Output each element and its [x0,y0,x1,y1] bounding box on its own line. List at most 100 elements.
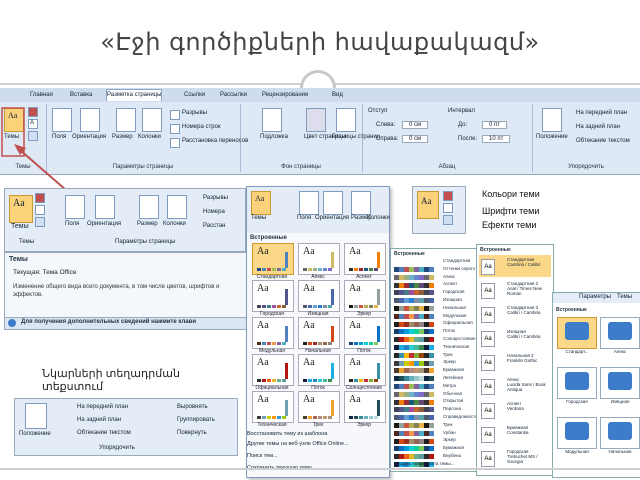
send-back-label[interactable]: На задний план [576,124,620,130]
effect-thumbnail[interactable] [600,417,640,449]
gallery-size-button[interactable] [351,191,371,215]
font-scheme-item[interactable]: Aa Изящная Calibri / Cambria [479,327,551,349]
spacing-after-input[interactable]: 10 пт [482,135,511,143]
color-scheme-swatches[interactable] [394,275,434,288]
watermark-button[interactable] [262,108,282,132]
color-scheme-name[interactable]: Городская [443,289,464,294]
arrange-back-label[interactable]: На задний план [77,417,121,423]
effect-thumbnail[interactable] [557,367,597,399]
size-button[interactable] [116,108,136,132]
breaks-icon[interactable] [170,110,180,120]
font-scheme-item[interactable]: Aa Апекс Lucida Sans / Book Antiqua [479,375,551,397]
gallery-themes-button[interactable]: Aa [251,191,271,215]
color-scheme-swatches[interactable] [394,384,434,397]
line-numbers-icon[interactable] [170,124,180,134]
text-wrap-label[interactable]: Обтекание текстом [576,138,630,144]
theme-thumbnail[interactable]: Aa [344,391,386,423]
theme-thumbnail[interactable]: Aa [252,280,294,312]
color-scheme-swatches[interactable] [394,407,434,421]
color-scheme-swatches[interactable] [394,267,434,280]
mini-themes-button[interactable]: Aa [417,191,439,219]
color-scheme-swatches[interactable] [394,438,434,452]
gallery-orientation-button[interactable] [323,191,343,215]
color-scheme-swatches[interactable] [394,282,434,296]
tab-home[interactable]: Главная [30,90,53,101]
color-scheme-name[interactable]: Трек [443,352,452,357]
arrange-group-label-btn[interactable]: Группировать [177,417,215,423]
effect-thumbnail[interactable] [600,367,640,399]
menu-browse-themes[interactable]: Поиск тем... [247,451,389,461]
theme-thumbnail[interactable]: Aa [298,391,340,423]
theme-thumbnail[interactable]: Aa [298,280,340,312]
color-scheme-swatches[interactable] [394,298,434,311]
theme-thumbnail[interactable]: Aa [344,354,386,386]
theme-thumbnail[interactable]: Aa [252,391,294,423]
arrange-align-label[interactable]: Выровнять [177,404,208,410]
columns-button[interactable] [142,108,162,132]
tab-references[interactable]: Ссылки [184,90,205,101]
mini-effects-icon[interactable] [443,215,453,225]
color-scheme-swatches[interactable] [394,314,434,327]
color-scheme-name[interactable]: Оттенки серого [443,266,475,271]
orientation-zoom-button[interactable] [95,195,115,219]
color-scheme-name[interactable]: Техническая [443,344,469,349]
theme-fonts-icon[interactable]: A [28,119,38,129]
indent-right-input[interactable]: 0 см [402,135,429,143]
tab-page-layout[interactable]: Разметка страницы [106,89,163,101]
color-scheme-swatches[interactable] [394,376,434,389]
effect-thumbnail[interactable] [600,317,640,349]
arrange-wrap-label[interactable]: Обтекание текстом [77,430,131,436]
effects-tab-themes[interactable]: Темы [617,294,632,300]
indent-left-input[interactable]: 0 см [402,121,429,129]
color-scheme-name[interactable]: Официальная [443,320,473,325]
hyphenation-zoom-label[interactable]: Расстан [203,223,225,229]
color-scheme-swatches[interactable] [394,454,434,467]
arrange-rotate-label[interactable]: Повернуть [177,430,207,436]
color-scheme-name[interactable]: Открытая [443,398,463,403]
hyphenation-label[interactable]: Расстановка переносов [182,138,248,144]
create-colors-link[interactable]: Создать новые цвета темы... [394,461,454,466]
breaks-label[interactable]: Разрывы [182,110,207,116]
font-scheme-item[interactable]: Aa Бумажная Constantia [479,423,551,445]
color-scheme-name[interactable]: Начальная [443,305,466,310]
page-color-button[interactable] [306,108,326,132]
theme-thumbnail[interactable]: Aa [298,354,340,386]
color-scheme-name[interactable]: Вербена [443,453,461,458]
color-scheme-swatches[interactable] [394,368,434,382]
arrange-front-label[interactable]: На передний план [77,404,128,410]
color-scheme-name[interactable]: Модульная [443,313,466,318]
color-scheme-name[interactable]: Эркер [443,437,456,442]
color-scheme-name[interactable]: Солнцестояние [443,336,476,341]
font-scheme-item[interactable]: Aa Стандартная Cambria / Calibri [479,255,551,277]
color-scheme-swatches[interactable] [394,423,434,436]
menu-more-themes[interactable]: Другие темы на веб-узле Office Online... [247,439,389,449]
color-scheme-swatches[interactable] [394,360,434,374]
tab-review[interactable]: Рецензирование [262,90,308,101]
color-scheme-name[interactable]: Справедливость [443,414,478,419]
tab-mailings[interactable]: Рассылки [220,90,247,101]
theme-thumbnail[interactable]: Aa [344,243,386,275]
orientation-button[interactable] [80,108,100,132]
color-scheme-name[interactable]: Метро [443,383,456,388]
color-scheme-swatches[interactable] [394,415,434,428]
font-scheme-item[interactable]: Aa Стандартная 2 Arial / Times New Roman [479,279,551,301]
color-scheme-name[interactable]: Трек [443,422,452,427]
font-scheme-item[interactable]: Aa Городская Trebuchet MS / Georgia [479,447,551,469]
theme-effects-icon[interactable] [28,131,38,141]
spacing-before-input[interactable]: 0 пт [482,121,508,129]
themes-zoom-button[interactable]: Aa [9,195,33,223]
colors-zoom-icon[interactable] [35,193,45,203]
breaks-zoom-label[interactable]: Разрывы [203,195,228,201]
color-scheme-swatches[interactable] [394,353,434,366]
effects-tab-params[interactable]: Параметры [579,294,611,300]
color-scheme-name[interactable]: Обычная [443,391,462,396]
size-zoom-button[interactable] [139,195,159,219]
color-scheme-name[interactable]: Апекс [443,274,455,279]
color-scheme-name[interactable]: Урбан [443,430,456,435]
effect-thumbnail[interactable] [557,317,597,349]
color-scheme-swatches[interactable] [394,329,434,343]
color-scheme-name[interactable]: Аспект [443,281,457,286]
line-numbers-label[interactable]: Номера строк [182,124,221,130]
mini-colors-icon[interactable] [443,191,453,201]
position-button[interactable] [542,108,562,132]
